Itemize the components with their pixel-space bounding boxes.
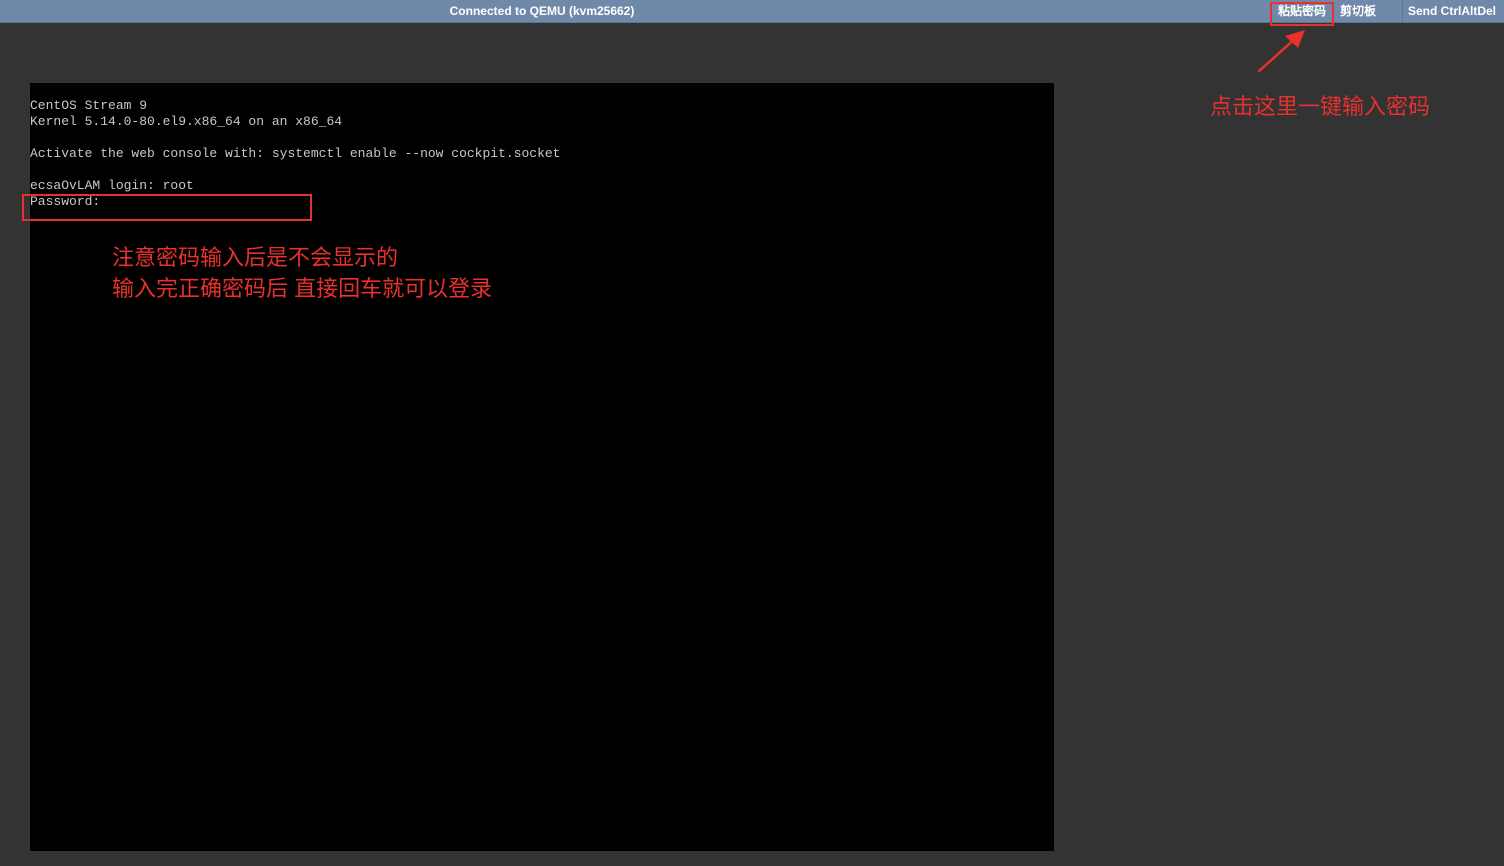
terminal-line: Activate the web console with: systemctl… (30, 146, 561, 161)
terminal-line: Kernel 5.14.0-80.el9.x86_64 on an x86_64 (30, 114, 343, 129)
password-highlight-box (22, 194, 312, 221)
password-hint-annotation: 注意密码输入后是不会显示的 输入完正确密码后 直接回车就可以登录 (112, 242, 492, 304)
connection-status: Connected to QEMU (kvm25662) (449, 4, 635, 18)
paste-button-highlight-box (1270, 2, 1334, 26)
terminal-line: ecsaOvLAM login: root (30, 178, 194, 193)
red-arrow-icon (1257, 30, 1305, 73)
toolbar-divider (1402, 0, 1403, 23)
password-hint-line: 注意密码输入后是不会显示的 (112, 245, 399, 270)
send-ctrl-alt-del-button[interactable]: Send CtrlAltDel (1408, 0, 1496, 23)
clipboard-button[interactable]: 剪切板 (1340, 0, 1376, 23)
terminal-line: CentOS Stream 9 (30, 98, 148, 113)
password-hint-line: 输入完正确密码后 直接回车就可以登录 (112, 276, 493, 301)
paste-hint-annotation: 点击这里一键输入密码 (1210, 94, 1431, 119)
